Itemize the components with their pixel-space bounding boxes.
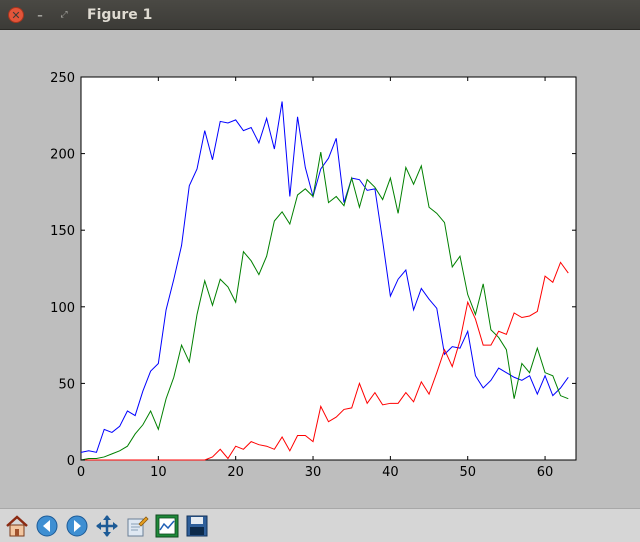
x-tick-label: 10 bbox=[150, 465, 167, 480]
zoom-button[interactable] bbox=[124, 513, 150, 539]
forward-button[interactable] bbox=[64, 513, 90, 539]
x-tick-label: 30 bbox=[305, 465, 322, 480]
close-icon: ✕ bbox=[11, 8, 21, 22]
window-title: Figure 1 bbox=[87, 7, 153, 23]
save-button[interactable] bbox=[184, 513, 210, 539]
pan-arrows-icon bbox=[96, 515, 118, 537]
plot-area bbox=[80, 76, 577, 461]
back-arrow-icon bbox=[36, 515, 58, 537]
forward-arrow-icon bbox=[66, 515, 88, 537]
x-tick-label: 50 bbox=[459, 465, 476, 480]
y-tick-label: 50 bbox=[58, 377, 75, 392]
figure-canvas[interactable]: 0 10 20 30 40 50 60 0 50 100 150 200 250 bbox=[0, 30, 640, 508]
floppy-disk-icon bbox=[186, 515, 208, 537]
home-button[interactable] bbox=[4, 513, 30, 539]
x-tick-label: 60 bbox=[537, 465, 554, 480]
y-tick-label: 250 bbox=[50, 71, 75, 86]
back-button[interactable] bbox=[34, 513, 60, 539]
minimize-icon: – bbox=[37, 8, 43, 22]
x-tick-label: 20 bbox=[227, 465, 244, 480]
home-icon bbox=[6, 515, 28, 537]
window-maximize-button[interactable]: ⤢ bbox=[56, 7, 72, 23]
window-titlebar: ✕ – ⤢ Figure 1 bbox=[0, 0, 640, 30]
y-tick-label: 0 bbox=[67, 454, 75, 469]
x-tick-label: 40 bbox=[382, 465, 399, 480]
window-minimize-button[interactable]: – bbox=[32, 7, 48, 23]
window-close-button[interactable]: ✕ bbox=[8, 7, 24, 23]
y-tick-label: 200 bbox=[50, 148, 75, 163]
zoom-rect-icon bbox=[127, 516, 149, 537]
subplots-button[interactable] bbox=[154, 513, 180, 539]
navigation-toolbar bbox=[0, 508, 640, 542]
y-tick-label: 150 bbox=[50, 224, 75, 239]
x-tick-label: 0 bbox=[77, 465, 85, 480]
y-tick-label: 100 bbox=[50, 301, 75, 316]
pan-button[interactable] bbox=[94, 513, 120, 539]
subplots-config-icon bbox=[155, 514, 179, 538]
maximize-icon: ⤢ bbox=[60, 9, 68, 20]
